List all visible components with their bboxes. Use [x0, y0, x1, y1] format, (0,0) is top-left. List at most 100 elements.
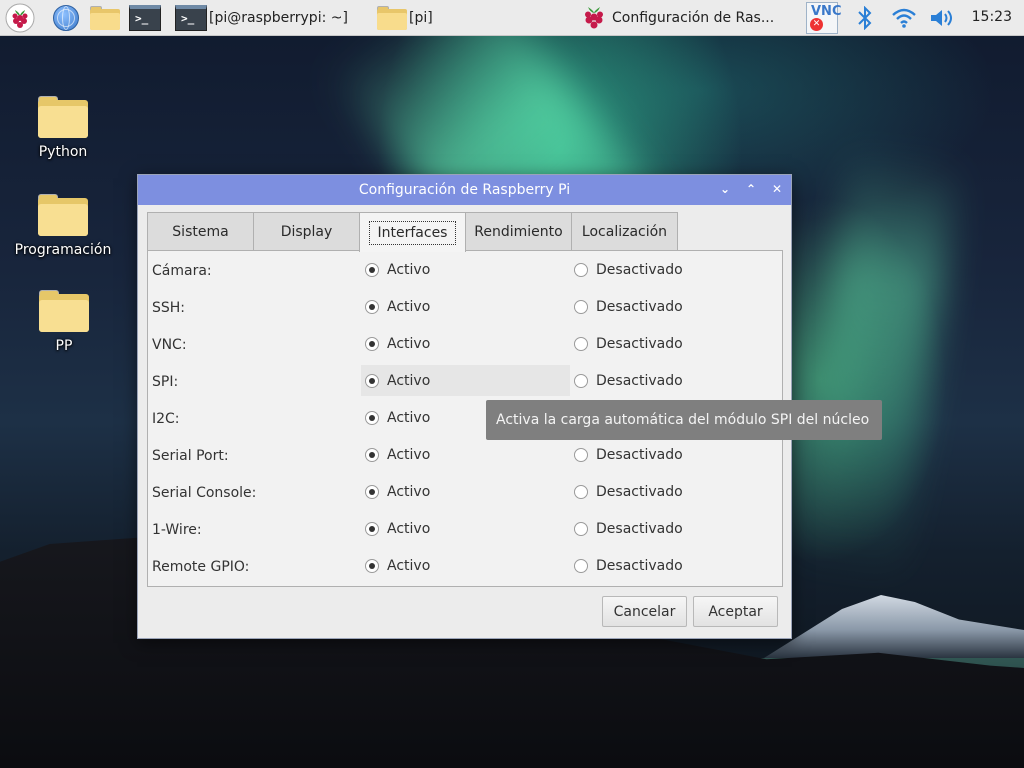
desktop-icon-label: Programación	[14, 242, 112, 258]
radio-button[interactable]	[574, 300, 588, 314]
radio-label: Activo	[387, 558, 431, 574]
radio-button[interactable]	[574, 448, 588, 462]
folder-icon	[90, 6, 120, 30]
tab-localizacion[interactable]: Localización	[571, 212, 678, 251]
radio-enabled-ssh[interactable]: Activo	[365, 299, 430, 315]
radio-disabled-vnc[interactable]: Desactivado	[574, 336, 683, 352]
interface-row: Cámara: Activo Desactivado	[148, 253, 782, 290]
interface-row: Serial Console: Activo Desactivado	[148, 475, 782, 512]
interface-label-serial-port: Serial Port:	[152, 448, 229, 464]
web-browser-launcher[interactable]	[53, 2, 79, 34]
interface-row: VNC: Activo Desactivado	[148, 327, 782, 364]
interface-label-spi: SPI:	[152, 374, 179, 390]
radio-button[interactable]	[574, 522, 588, 536]
interface-row: 1-Wire: Activo Desactivado	[148, 512, 782, 549]
radio-button[interactable]	[365, 337, 379, 351]
desktop-icon-pp[interactable]: PP	[9, 290, 119, 354]
radio-button[interactable]	[365, 485, 379, 499]
radio-label: Activo	[387, 299, 431, 315]
radio-disabled-serial-console[interactable]: Desactivado	[574, 484, 683, 500]
radio-button[interactable]	[574, 485, 588, 499]
radio-disabled-remote-gpio[interactable]: Desactivado	[574, 558, 683, 574]
radio-label: Activo	[387, 410, 431, 426]
interface-label-c-mara: Cámara:	[152, 263, 212, 279]
radio-button[interactable]	[365, 374, 379, 388]
tab-display[interactable]: Display	[253, 212, 360, 251]
close-icon[interactable]: ✕	[771, 182, 783, 196]
task-label: Configuración de Ras...	[612, 10, 775, 26]
radio-disabled-c-mara[interactable]: Desactivado	[574, 262, 683, 278]
terminal-launcher[interactable]: >_	[129, 2, 161, 34]
radio-enabled-i2c[interactable]: Activo	[365, 410, 430, 426]
bluetooth-icon	[858, 6, 872, 30]
radio-button[interactable]	[365, 263, 379, 277]
radio-label: Activo	[387, 262, 431, 278]
interface-label-remote-gpio: Remote GPIO:	[152, 559, 250, 575]
radio-label: Activo	[387, 447, 431, 463]
radio-button[interactable]	[574, 559, 588, 573]
radio-label: Desactivado	[596, 484, 683, 500]
raspberry-menu-button[interactable]	[5, 2, 35, 34]
tab-rendimiento[interactable]: Rendimiento	[465, 212, 572, 251]
radio-label: Activo	[387, 336, 431, 352]
interface-label-vnc: VNC:	[152, 337, 187, 353]
taskbar-task-terminal[interactable]: >_ [pi@raspberrypi: ~]	[175, 4, 348, 32]
maximize-icon[interactable]: ⌃	[745, 182, 757, 196]
taskbar-task-folder[interactable]: [pi]	[377, 4, 433, 32]
radio-disabled-serial-port[interactable]: Desactivado	[574, 447, 683, 463]
radio-label: Desactivado	[596, 558, 683, 574]
bluetooth-tray-button[interactable]	[857, 2, 873, 34]
wifi-icon	[892, 8, 916, 28]
ok-button[interactable]: Aceptar	[693, 596, 778, 627]
wifi-tray-button[interactable]	[891, 2, 917, 34]
collapse-icon[interactable]: ⌄	[719, 182, 731, 196]
radio-button[interactable]	[574, 337, 588, 351]
radio-enabled-serial-port[interactable]: Activo	[365, 447, 430, 463]
radio-button[interactable]	[574, 263, 588, 277]
radio-enabled-spi[interactable]: Activo	[365, 373, 430, 389]
interface-label-i2c: I2C:	[152, 411, 180, 427]
interface-label-ssh: SSH:	[152, 300, 186, 316]
radio-enabled-vnc[interactable]: Activo	[365, 336, 430, 352]
radio-button[interactable]	[365, 411, 379, 425]
radio-disabled-1-wire[interactable]: Desactivado	[574, 521, 683, 537]
radio-button[interactable]	[365, 300, 379, 314]
terminal-icon: >_	[129, 5, 161, 31]
tab-interfaces[interactable]: Interfaces	[359, 212, 466, 252]
radio-label: Desactivado	[596, 373, 683, 389]
file-manager-launcher[interactable]	[90, 2, 120, 34]
folder-icon	[38, 96, 88, 138]
desktop-icon-label: PP	[55, 338, 73, 354]
radio-enabled-remote-gpio[interactable]: Activo	[365, 558, 430, 574]
volume-tray-button[interactable]	[929, 2, 957, 34]
folder-icon	[39, 290, 89, 332]
radio-enabled-1-wire[interactable]: Activo	[365, 521, 430, 537]
radio-label: Activo	[387, 373, 431, 389]
clock[interactable]: 15:23	[972, 9, 1012, 25]
volume-icon	[931, 10, 952, 26]
desktop-icon-programacion[interactable]: Programación	[8, 194, 118, 258]
radio-enabled-c-mara[interactable]: Activo	[365, 262, 430, 278]
globe-icon	[53, 5, 79, 31]
interface-row: SPI: Activo Desactivado	[148, 364, 782, 401]
dialog-titlebar[interactable]: Configuración de Raspberry Pi ⌄ ⌃ ✕	[138, 175, 791, 205]
taskbar-task-config[interactable]: Configuración de Ras...	[582, 4, 774, 32]
desktop-icon-python[interactable]: Python	[8, 96, 118, 160]
raspberry-pi-icon	[5, 3, 35, 33]
radio-button[interactable]	[574, 374, 588, 388]
radio-button[interactable]	[365, 522, 379, 536]
folder-icon	[377, 6, 407, 30]
radio-button[interactable]	[365, 448, 379, 462]
tab-sistema[interactable]: Sistema	[147, 212, 254, 251]
radio-disabled-ssh[interactable]: Desactivado	[574, 299, 683, 315]
radio-button[interactable]	[365, 559, 379, 573]
radio-label: Activo	[387, 484, 431, 500]
taskbar: >_ >_ [pi@raspberrypi: ~] [pi] Configura…	[0, 0, 1024, 36]
radio-enabled-serial-console[interactable]: Activo	[365, 484, 430, 500]
radio-disabled-spi[interactable]: Desactivado	[574, 373, 683, 389]
interface-row: Remote GPIO: Activo Desactivado	[148, 549, 782, 586]
cancel-button[interactable]: Cancelar	[602, 596, 687, 627]
vnc-tray-button[interactable]: VNC ✕	[806, 2, 841, 34]
radio-label: Desactivado	[596, 299, 683, 315]
raspberry-pi-config-dialog: Configuración de Raspberry Pi ⌄ ⌃ ✕ Sist…	[137, 174, 882, 639]
